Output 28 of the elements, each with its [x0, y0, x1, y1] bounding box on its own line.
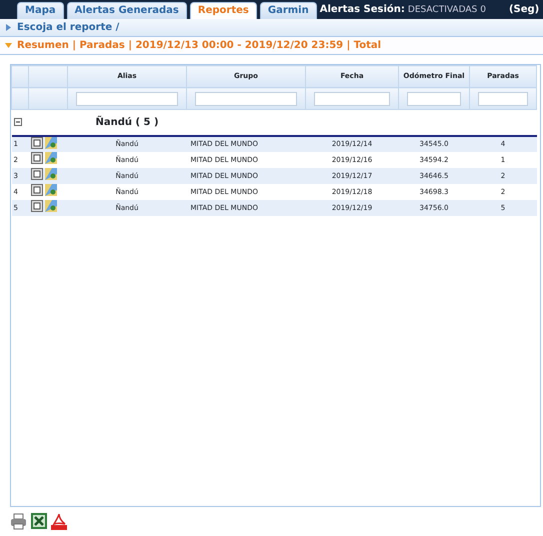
filter-field[interactable] [314, 92, 390, 106]
details-icon[interactable] [30, 136, 42, 148]
panel-header[interactable]: Resumen | Paradas | 2019/12/13 00:00 - 2019/12/20 23:59 | Total [0, 37, 543, 55]
filter-field[interactable] [478, 92, 528, 106]
tab[interactable]: Alertas Generadas [66, 2, 187, 19]
details-icon[interactable] [30, 152, 42, 164]
panel-title: Resumen | Paradas | 2019/12/13 00:00 - 2019/12/20 23:59 | Total [17, 39, 382, 53]
panel-header[interactable]: Escoja el reporte / [0, 19, 543, 37]
tab[interactable]: Garmin [260, 2, 317, 19]
seconds-label: (Seg) [508, 2, 540, 16]
filter-field[interactable] [76, 92, 178, 106]
pdf-icon[interactable] [51, 513, 67, 530]
filter-field[interactable] [407, 92, 461, 106]
details-icon[interactable] [30, 168, 42, 180]
filter-field[interactable] [195, 92, 297, 106]
printer-icon[interactable] [10, 513, 27, 530]
details-icon[interactable] [30, 200, 42, 212]
session-alerts-label: Alertas Sesión: [320, 2, 405, 16]
spreadsheet-icon[interactable] [31, 513, 47, 529]
map-icon[interactable] [44, 136, 56, 148]
collapse-icon[interactable] [14, 118, 22, 126]
details-icon[interactable] [30, 184, 42, 196]
panel-title: Escoja el reporte / [17, 21, 120, 35]
group-title: Ñandú ( 5 ) [95, 116, 159, 128]
session-status: DESACTIVADAS [408, 4, 478, 16]
session-count: 0 [480, 4, 486, 16]
tab[interactable]: Reportes [190, 2, 257, 19]
tab[interactable]: Mapa [17, 2, 64, 19]
